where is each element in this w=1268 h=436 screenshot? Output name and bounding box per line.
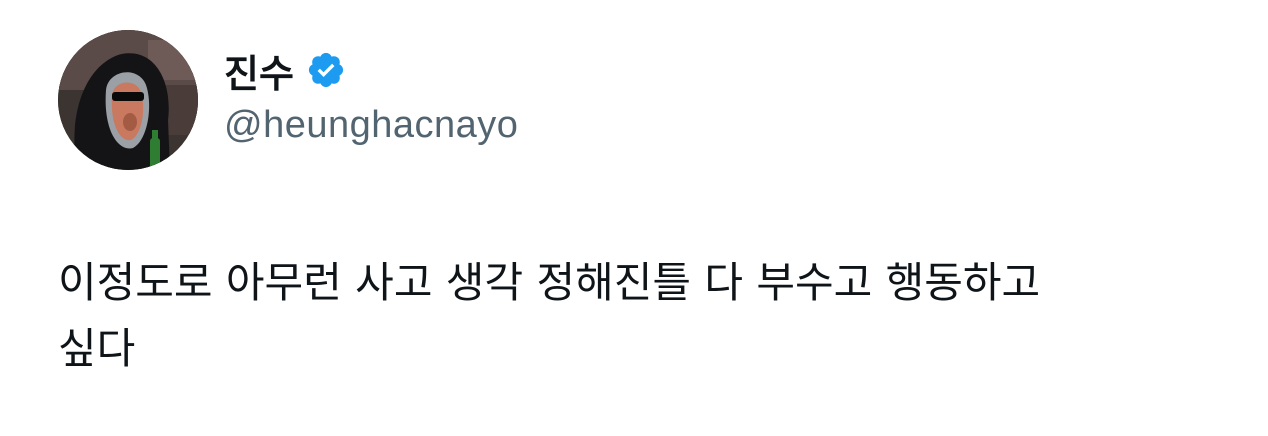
author-display-name[interactable]: 진수: [224, 43, 294, 98]
author-handle[interactable]: @heunghacnayo: [224, 104, 518, 147]
tweet-text: 이정도로 아무런 사고 생각 정해진틀 다 부수고 행동하고 싶다: [58, 258, 1041, 373]
verified-badge-icon: [306, 50, 346, 90]
author-info: 진수 @heunghacnayo: [224, 40, 518, 147]
tweet-card: 진수 @heunghacnayo 이정도로 아무런 사고 생각 정해진틀 다 부…: [0, 0, 1268, 436]
avatar-image-icon: [58, 30, 198, 170]
author-name-row: 진수: [224, 40, 518, 100]
author-avatar[interactable]: [58, 30, 198, 170]
